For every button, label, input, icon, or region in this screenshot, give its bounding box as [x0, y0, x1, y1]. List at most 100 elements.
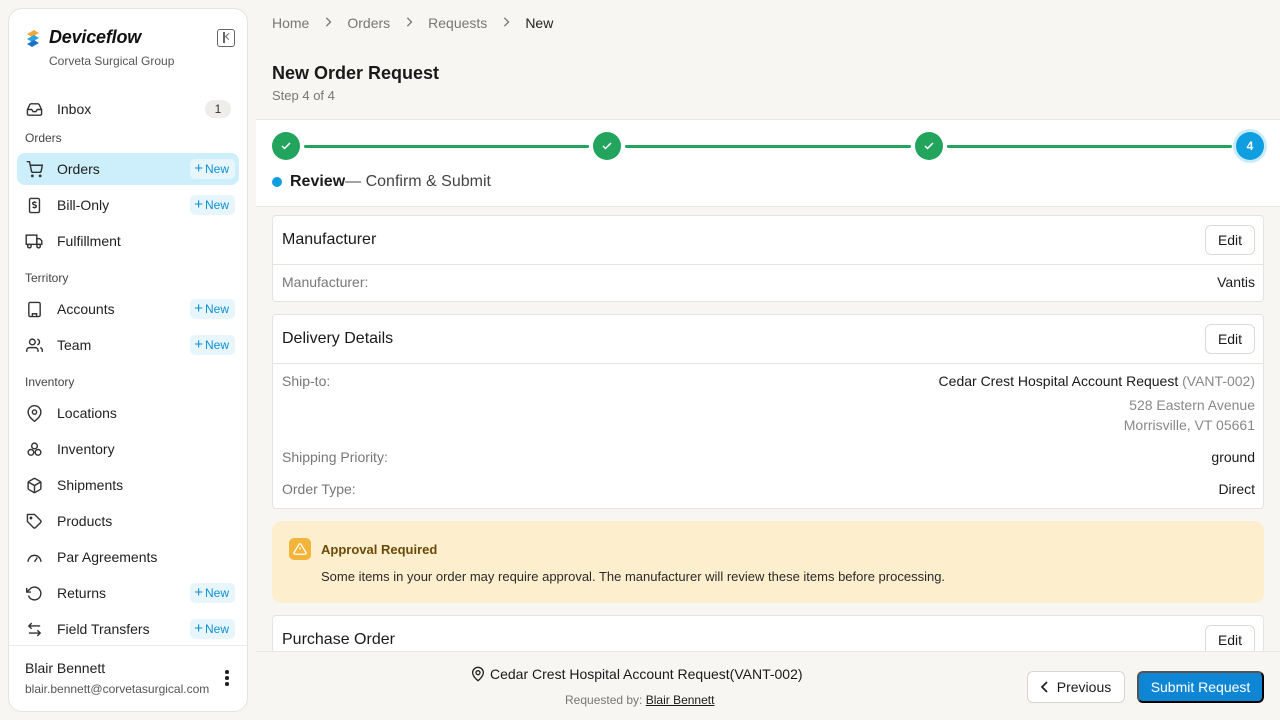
section-label-orders: Orders	[25, 131, 62, 145]
new-field-transfer-button[interactable]: + New	[190, 619, 235, 639]
sidebar-item-inbox[interactable]: Inbox 1	[17, 93, 239, 125]
plus-icon: +	[194, 584, 203, 601]
requested-by-link[interactable]: Blair Bennett	[646, 693, 715, 707]
more-options-icon[interactable]	[225, 670, 229, 686]
purchase-order-card: Purchase Order Edit	[272, 615, 1264, 651]
edit-purchase-order-button[interactable]: Edit	[1205, 625, 1255, 651]
sidebar-item-label: Team	[57, 337, 92, 353]
order-type-row: Order Type: Direct	[273, 472, 1263, 504]
collapse-sidebar-icon[interactable]	[217, 29, 235, 47]
receipt-dollar-icon	[25, 196, 43, 214]
sidebar-item-locations[interactable]: Locations	[17, 397, 239, 429]
submit-request-button[interactable]: Submit Request	[1137, 671, 1264, 703]
card-title: Manufacturer	[282, 231, 377, 248]
detail-label: Order Type:	[282, 481, 356, 497]
edit-delivery-button[interactable]: Edit	[1205, 324, 1255, 354]
gauge-icon	[25, 548, 43, 566]
requested-by: Requested by: Blair Bennett	[565, 693, 714, 707]
sidebar-item-orders[interactable]: Orders + New	[17, 153, 239, 185]
delivery-details-card: Delivery Details Edit Ship-to: Cedar Cre…	[272, 314, 1264, 509]
detail-value: Direct	[1218, 481, 1255, 497]
card-title: Purchase Order	[282, 631, 395, 648]
step-3-complete[interactable]	[915, 132, 943, 160]
new-order-button[interactable]: + New	[190, 159, 235, 179]
sidebar-item-bill-only[interactable]: Bill-Only + New	[17, 189, 239, 221]
ship-to-row: Ship-to: Cedar Crest Hospital Account Re…	[273, 364, 1263, 440]
building-icon	[25, 300, 43, 318]
users-icon	[25, 336, 43, 354]
sidebar-item-shipments[interactable]: Shipments	[17, 469, 239, 501]
sidebar-item-label: Accounts	[57, 301, 115, 317]
brand-name: Deviceflow	[49, 27, 142, 47]
step-connector	[304, 145, 589, 148]
package-icon	[25, 476, 43, 494]
breadcrumb: Home Orders Requests New	[272, 15, 553, 31]
tag-icon	[25, 512, 43, 530]
chevron-right-icon	[324, 16, 332, 30]
page-subtitle: Step 4 of 4	[272, 88, 335, 103]
sidebar-item-label: Shipments	[57, 477, 124, 493]
sidebar-item-team[interactable]: Team + New	[17, 329, 239, 361]
sidebar-item-label: Field Transfers	[57, 621, 150, 637]
user-profile[interactable]: Blair Bennett blair.bennett@corvetasurgi…	[9, 645, 247, 711]
requested-by-label: Requested by:	[565, 693, 643, 707]
ship-to-name: Cedar Crest Hospital Account Request	[938, 373, 1179, 389]
review-content[interactable]: Manufacturer Edit Manufacturer: Vantis D…	[272, 215, 1264, 651]
step-connector	[947, 145, 1232, 148]
sidebar-item-products[interactable]: Products	[17, 505, 239, 537]
new-team-member-button[interactable]: + New	[190, 335, 235, 355]
sidebar-item-label: Inventory	[57, 441, 115, 457]
sidebar-item-label: Bill-Only	[57, 197, 110, 213]
sidebar-item-label: Returns	[57, 585, 107, 601]
sidebar-item-field-transfers[interactable]: Field Transfers + New	[17, 613, 239, 645]
main-content: Home Orders Requests New New Order Reque…	[256, 0, 1280, 720]
sidebar-item-label: Fulfillment	[57, 233, 121, 249]
step-4-current[interactable]: 4	[1236, 132, 1264, 160]
detail-row: Manufacturer: Vantis	[273, 265, 1263, 297]
current-step-description: — Confirm & Submit	[345, 173, 491, 190]
sidebar-item-label: Products	[57, 513, 113, 529]
step-1-complete[interactable]	[272, 132, 300, 160]
plus-icon: +	[194, 620, 203, 637]
plus-icon: +	[194, 336, 203, 353]
new-account-button[interactable]: + New	[190, 299, 235, 319]
chevron-right-icon	[405, 16, 413, 30]
breadcrumb-home[interactable]: Home	[272, 15, 309, 31]
footer-account: Cedar Crest Hospital Account Request(VAN…	[470, 666, 803, 682]
boxes-icon	[25, 440, 43, 458]
new-label: New	[204, 338, 229, 352]
shipping-priority-row: Shipping Priority: ground	[273, 440, 1263, 472]
manufacturer-card: Manufacturer Edit Manufacturer: Vantis	[272, 215, 1264, 302]
sidebar-item-fulfillment[interactable]: Fulfillment	[17, 225, 239, 257]
detail-value: Vantis	[1217, 274, 1255, 290]
new-return-button[interactable]: + New	[190, 583, 235, 603]
inbox-count-badge: 1	[205, 100, 231, 118]
brand[interactable]: Deviceflow	[25, 27, 141, 48]
sidebar-item-label: Orders	[57, 161, 100, 177]
sidebar-item-par-agreements[interactable]: Par Agreements	[17, 541, 239, 573]
sidebar-item-label: Par Agreements	[57, 549, 158, 565]
sidebar-item-inventory[interactable]: Inventory	[17, 433, 239, 465]
current-step-name: Review	[290, 173, 346, 190]
detail-value: ground	[1211, 449, 1255, 465]
step-2-complete[interactable]	[593, 132, 621, 160]
footer-bar: Cedar Crest Hospital Account Request(VAN…	[256, 651, 1280, 720]
detail-label: Shipping Priority:	[282, 449, 388, 465]
stepper: 4 Review — Confirm & Submit	[256, 119, 1280, 207]
chevron-left-icon	[1040, 681, 1048, 693]
warning-icon	[289, 538, 311, 560]
current-step-indicator	[272, 177, 282, 187]
step-number: 4	[1246, 139, 1254, 153]
sidebar-item-accounts[interactable]: Accounts + New	[17, 293, 239, 325]
breadcrumb-orders[interactable]: Orders	[347, 15, 390, 31]
breadcrumb-requests[interactable]: Requests	[428, 15, 487, 31]
edit-manufacturer-button[interactable]: Edit	[1205, 225, 1255, 255]
alert-message: Some items in your order may require app…	[321, 569, 946, 584]
new-bill-only-button[interactable]: + New	[190, 195, 235, 215]
previous-button[interactable]: Previous	[1027, 671, 1125, 703]
sidebar-item-returns[interactable]: Returns + New	[17, 577, 239, 609]
address-line-2: Morrisville, VT 05661	[1123, 417, 1255, 433]
map-pin-icon	[25, 404, 43, 422]
plus-icon: +	[194, 196, 203, 213]
new-label: New	[204, 198, 229, 212]
